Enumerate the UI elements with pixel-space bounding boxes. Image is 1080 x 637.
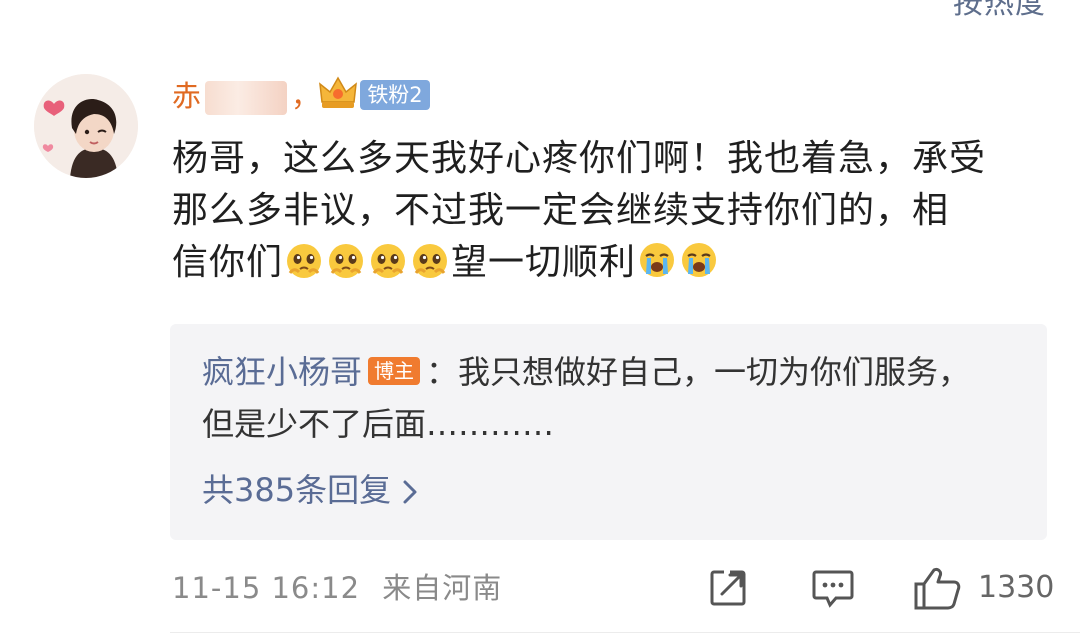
- comment-line: 杨哥，这么多天我好心疼你们啊！我也着急，承受: [172, 138, 987, 179]
- reply-preview-box[interactable]: 疯狂小杨哥 博主 ：我只想做好自己，一切为你们服务， 但是少不了后面………… 共38…: [170, 324, 1047, 540]
- divider: [170, 632, 1080, 633]
- reply-text: ：我只想做好自己，一切为你们服务，: [426, 353, 971, 391]
- pleading-face-icon: [413, 244, 448, 278]
- like-count: 1330: [978, 570, 1055, 605]
- redacted-name: [205, 81, 288, 115]
- reply-author[interactable]: 疯狂小杨哥: [202, 353, 362, 391]
- crown-icon: [319, 76, 357, 108]
- chevron-right-icon: [403, 480, 417, 504]
- like-thumb-icon[interactable]: [912, 566, 962, 612]
- fan-level-badge[interactable]: 铁粉2: [360, 80, 430, 110]
- crying-face-icon: [640, 243, 675, 277]
- view-all-replies-link[interactable]: 共385条回复: [202, 468, 419, 512]
- share-icon[interactable]: [706, 566, 750, 610]
- comment-icon[interactable]: [810, 566, 856, 610]
- sort-by-heat-label[interactable]: 按热度: [953, 0, 1046, 22]
- pleading-face-icon: [371, 244, 406, 278]
- pleading-face-icon: [329, 244, 364, 278]
- pleading-face-icon: [287, 244, 322, 278]
- comment-location: 来自河南: [382, 571, 503, 605]
- comment-line: 那么多非议，不过我一定会继续支持你们的，相: [172, 190, 950, 231]
- comment-line: 信你们 望一切顺利: [172, 237, 1052, 289]
- top-reply: 疯狂小杨哥 博主 ：我只想做好自己，一切为你们服务， 但是少不了后面…………: [202, 346, 1032, 450]
- comment-username[interactable]: 赤，: [172, 76, 320, 116]
- reply-text-continued: 但是少不了后面…………: [202, 405, 555, 443]
- comment-text: 杨哥，这么多天我好心疼你们啊！我也着急，承受 那么多非议，不过我一定会继续支持你…: [172, 133, 1052, 289]
- avatar-image: [34, 74, 138, 178]
- avatar[interactable]: [34, 74, 138, 178]
- blogger-badge: 博主: [368, 357, 421, 385]
- comment-time: 11-15 16:12: [172, 571, 361, 605]
- crying-face-icon: [682, 243, 717, 277]
- comment-meta: 11-15 16:12 来自河南: [172, 562, 502, 614]
